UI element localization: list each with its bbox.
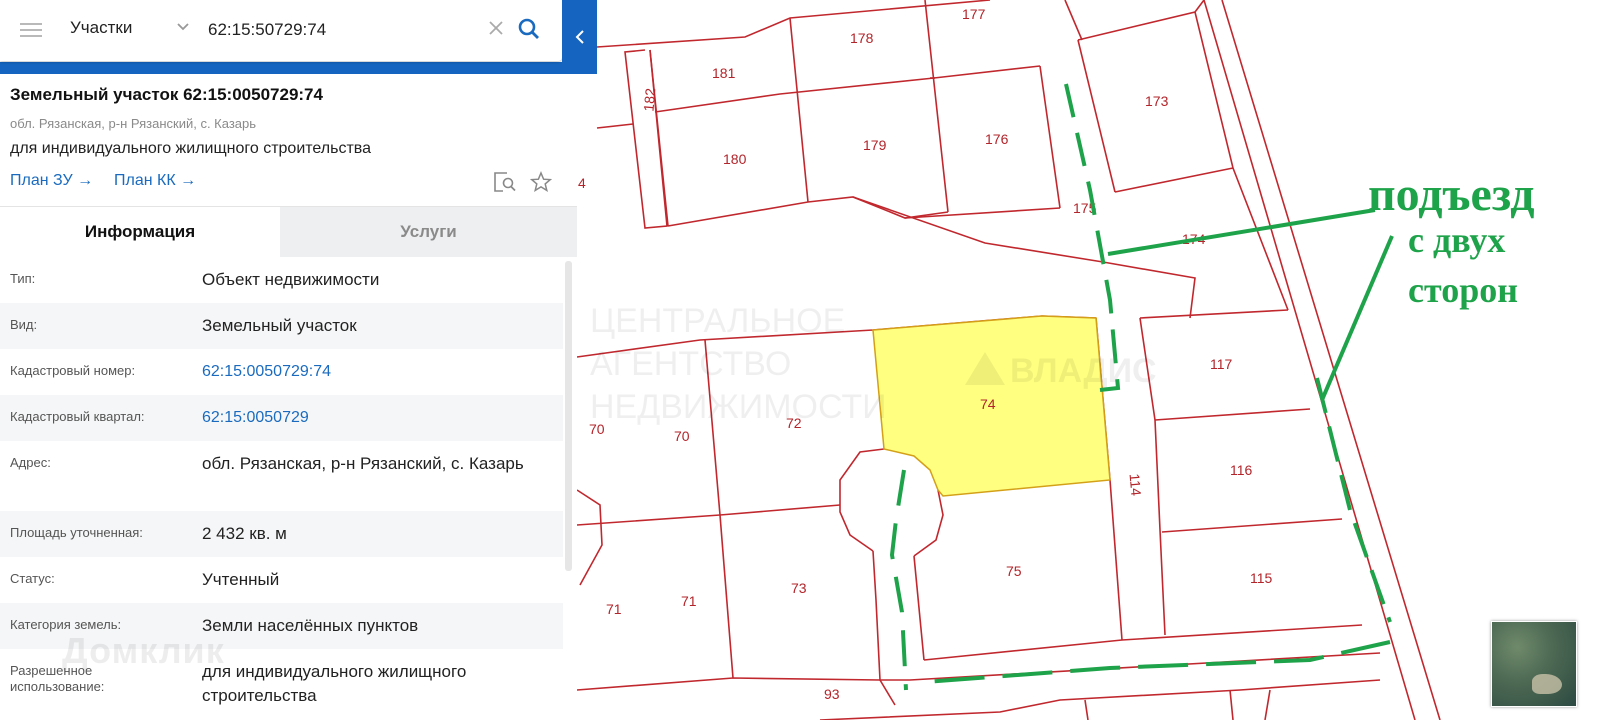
info-row-value: Земли населённых пунктов — [202, 616, 419, 635]
info-row-value: Объект недвижимости — [202, 270, 380, 289]
chevron-left-icon — [575, 30, 584, 44]
plot-number: 75 — [1006, 563, 1022, 579]
svg-text:подъезд: подъезд — [1368, 168, 1535, 221]
info-row: Статус: Учтенный — [0, 557, 563, 603]
info-row-value: обл. Рязанская, р-н Рязанский, с. Казарь — [202, 454, 524, 473]
svg-text:ВЛАДИС: ВЛАДИС — [1010, 352, 1157, 390]
search-input[interactable] — [208, 16, 478, 44]
cadastral-number-link[interactable]: 62:15:0050729:74 — [202, 360, 532, 384]
parcel-permitted-use: для индивидуального жилищного строительс… — [10, 140, 371, 157]
plan-zu-link[interactable]: План ЗУ → — [10, 172, 93, 190]
info-row: Площадь уточненная: 2 432 кв. м — [0, 511, 563, 557]
svg-text:АГЕНТСТВО: АГЕНТСТВО — [590, 345, 791, 383]
plot-number: 173 — [1145, 93, 1169, 109]
plot-number: 115 — [1250, 570, 1273, 586]
info-row-label: Тип: — [10, 271, 36, 286]
plot-number: 117 — [1210, 356, 1233, 372]
parcel-address: обл. Рязанская, р-н Рязанский, с. Казарь — [10, 116, 257, 131]
plot-number: 114 — [1126, 473, 1144, 497]
plan-kk-link[interactable]: План КК → — [114, 172, 196, 190]
document-search-icon[interactable] — [493, 171, 517, 193]
info-row-value: для индивидуального жилищного строительс… — [202, 662, 467, 705]
scrollbar-thumb[interactable] — [565, 261, 572, 571]
info-row: Тип: Объект недвижимости — [0, 257, 563, 303]
header-accent-bar — [0, 62, 597, 74]
info-row-label: Статус: — [10, 571, 55, 586]
info-row-label: Адрес: — [10, 455, 51, 470]
info-row: Вид: Земельный участок — [0, 303, 563, 349]
plot-number: 176 — [985, 131, 1009, 147]
plot-number: 73 — [791, 580, 807, 596]
layer-select-label[interactable]: Участки — [70, 18, 132, 38]
plot-number: 180 — [723, 151, 747, 167]
domclick-watermark: Домклик — [62, 630, 225, 671]
plot-number: 182 — [640, 87, 658, 112]
info-row-value: Земельный участок — [202, 316, 357, 335]
plot-number: 4 — [578, 175, 586, 191]
search-icon[interactable] — [517, 17, 541, 41]
chevron-down-icon[interactable] — [176, 20, 190, 34]
tab-information[interactable]: Информация — [0, 207, 280, 257]
plot-number: 181 — [712, 65, 736, 81]
search-area: Участки — [0, 0, 597, 74]
info-row: Кадастровый квартал: 62:15:0050729 — [0, 395, 563, 441]
annotation-text: подъезд с двух сторон — [1368, 168, 1535, 310]
info-row: Кадастровый номер: 62:15:0050729:74 — [0, 349, 563, 395]
info-row-label: Площадь уточненная: — [10, 525, 143, 540]
plot-number: 71 — [681, 593, 697, 609]
svg-text:НЕДВИЖИМОСТИ: НЕДВИЖИМОСТИ — [590, 388, 887, 426]
svg-text:ЦЕНТРАЛЬНОЕ: ЦЕНТРАЛЬНОЕ — [590, 302, 845, 340]
plot-number: 179 — [863, 137, 887, 153]
info-row-value: 2 432 кв. м — [202, 524, 287, 543]
menu-icon[interactable] — [20, 20, 42, 38]
cadastral-quarter-link[interactable]: 62:15:0050729 — [202, 406, 532, 430]
plot-number: 93 — [824, 686, 840, 702]
search-bar: Участки — [0, 0, 562, 61]
svg-text:с двух: с двух — [1408, 220, 1505, 260]
collapse-panel-button[interactable] — [562, 0, 597, 74]
clear-icon[interactable] — [488, 20, 504, 36]
info-row-label: Вид: — [10, 317, 38, 332]
info-row-label: Кадастровый номер: — [10, 363, 136, 378]
plot-number: 116 — [1230, 462, 1253, 478]
plot-number: 177 — [962, 6, 986, 22]
satellite-layer-toggle[interactable] — [1491, 621, 1577, 707]
tab-services[interactable]: Услуги — [280, 207, 577, 257]
parcel-title: Земельный участок 62:15:0050729:74 — [10, 85, 323, 104]
info-panel: Земельный участок 62:15:0050729:74 обл. … — [0, 74, 577, 720]
info-row-label: Кадастровый квартал: — [10, 409, 145, 424]
info-row: Адрес: обл. Рязанская, р-н Рязанский, с.… — [0, 441, 563, 511]
info-row-value: Учтенный — [202, 570, 280, 589]
plot-number: 70 — [674, 428, 690, 444]
plot-number: 178 — [850, 30, 874, 46]
star-icon[interactable] — [530, 171, 552, 193]
plot-number: 71 — [606, 601, 622, 617]
svg-text:сторон: сторон — [1408, 270, 1518, 310]
plot-number: 74 — [980, 396, 996, 412]
